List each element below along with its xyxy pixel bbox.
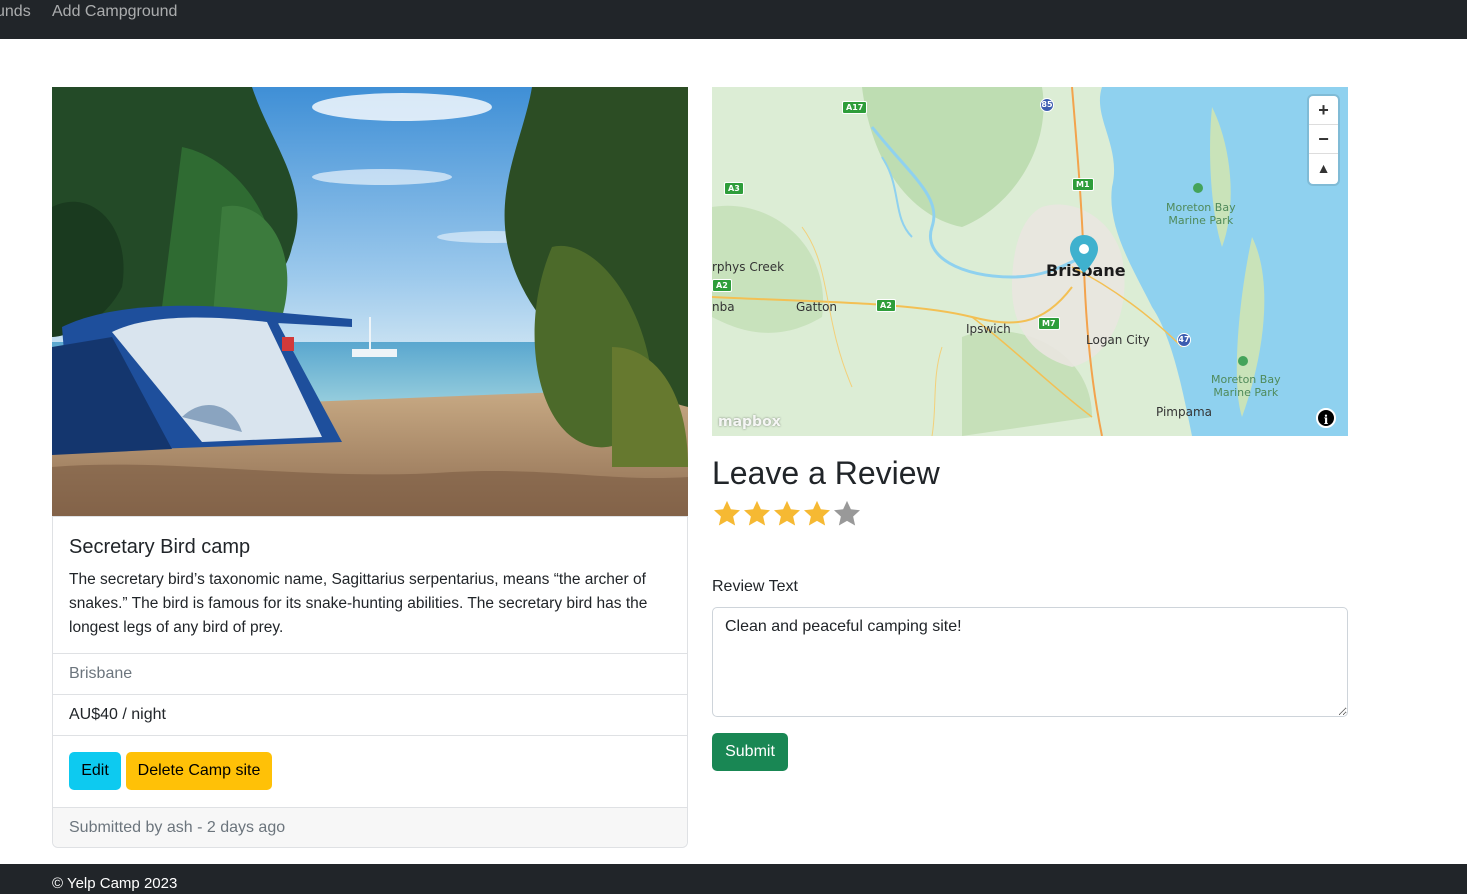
nav-link-add-campground[interactable]: Add Campground bbox=[52, 3, 177, 21]
card-actions: Edit Delete Camp site bbox=[53, 735, 687, 807]
map-label-gatton: Gatton bbox=[796, 300, 838, 314]
road-shield: A2 bbox=[712, 279, 732, 292]
footer-copyright: © Yelp Camp 2023 bbox=[52, 875, 178, 892]
mapbox-logo[interactable]: mapbox bbox=[718, 414, 781, 430]
map-label-toowoomba: nba bbox=[712, 300, 735, 314]
park-icon bbox=[1238, 356, 1248, 366]
campground-description: The secretary bird’s taxonomic name, Sag… bbox=[69, 571, 648, 636]
map-label-moreton-bay-2: Moreton Bay Marine Park bbox=[1211, 373, 1281, 399]
star-icon[interactable] bbox=[772, 499, 802, 529]
info-icon[interactable]: i bbox=[1316, 408, 1336, 428]
road-shield: M7 bbox=[1038, 317, 1060, 330]
star-icon[interactable] bbox=[712, 499, 742, 529]
road-shield: 85 bbox=[1040, 98, 1054, 112]
road-shield: A17 bbox=[842, 101, 868, 114]
map-label-murphys-creek: rphys Creek bbox=[712, 260, 785, 274]
zoom-in-button[interactable]: + bbox=[1309, 96, 1338, 125]
nav-link-all-campgrounds[interactable]: unds bbox=[0, 3, 31, 21]
footer: © Yelp Camp 2023 bbox=[0, 864, 1467, 894]
map[interactable]: A17 A3 A2 A2 M1 M7 85 47 rphys Creek nba… bbox=[712, 87, 1348, 436]
star-icon[interactable] bbox=[832, 499, 862, 529]
edit-button[interactable]: Edit bbox=[69, 752, 121, 790]
compass-button[interactable]: ▲ bbox=[1309, 154, 1338, 183]
star-icon[interactable] bbox=[802, 499, 832, 529]
submitted-info: Submitted by ash - 2 days ago bbox=[53, 807, 687, 847]
map-controls: + − ▲ bbox=[1309, 96, 1338, 184]
map-label-logan-city: Logan City bbox=[1086, 333, 1150, 347]
park-icon bbox=[1193, 183, 1203, 193]
map-label-ipswich: Ipswich bbox=[966, 322, 1011, 336]
campground-price: AU$40 / night bbox=[53, 694, 687, 735]
map-label-moreton-bay-1: Moreton Bay Marine Park bbox=[1166, 201, 1236, 227]
campground-title: Secretary Bird camp bbox=[69, 536, 251, 558]
zoom-out-button[interactable]: − bbox=[1309, 125, 1338, 154]
map-marker-icon[interactable] bbox=[1070, 235, 1098, 273]
card-body: Secretary Bird camp The secretary bird’s… bbox=[53, 516, 687, 653]
submit-button[interactable]: Submit bbox=[712, 733, 788, 771]
road-shield: M1 bbox=[1072, 178, 1094, 191]
navbar: unds Add Campground bbox=[0, 0, 1467, 39]
review-text-label: Review Text bbox=[712, 578, 798, 595]
map-label-pimpama: Pimpama bbox=[1156, 405, 1213, 419]
road-shield: 47 bbox=[1177, 333, 1191, 347]
road-shield: A3 bbox=[724, 182, 744, 195]
road-shield: A2 bbox=[876, 299, 896, 312]
review-heading: Leave a Review bbox=[712, 455, 940, 491]
campground-image bbox=[52, 87, 688, 516]
delete-campground-button[interactable]: Delete Camp site bbox=[126, 752, 272, 790]
star-icon[interactable] bbox=[742, 499, 772, 529]
campground-location: Brisbane bbox=[53, 653, 687, 694]
campground-card: Secretary Bird camp The secretary bird’s… bbox=[52, 516, 688, 848]
review-textarea[interactable]: Clean and peaceful camping site! bbox=[712, 607, 1348, 717]
